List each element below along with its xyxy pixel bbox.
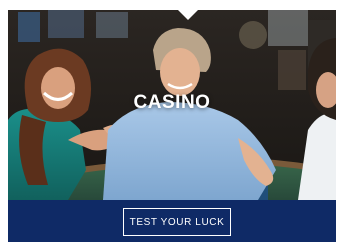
test-your-luck-button[interactable]: TEST YOUR LUCK: [123, 208, 231, 236]
pointer-notch: [178, 10, 198, 20]
casino-card[interactable]: CASINO TEST YOUR LUCK: [8, 10, 336, 242]
card-title: CASINO: [133, 92, 211, 113]
cta-bar: TEST YOUR LUCK: [8, 200, 336, 242]
